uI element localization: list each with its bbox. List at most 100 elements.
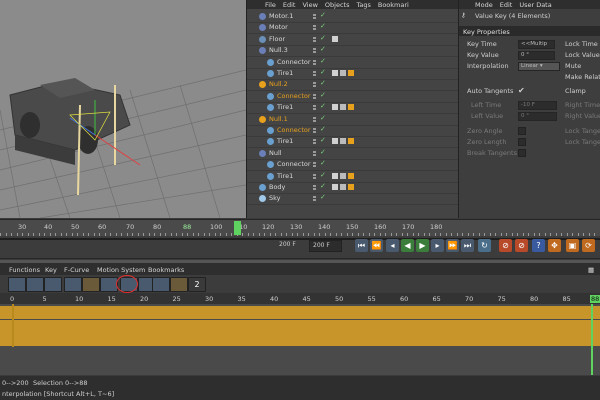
enabled-check-icon[interactable]: ✓ (320, 91, 326, 99)
zero-angle-checkbox[interactable] (518, 127, 526, 135)
object-name[interactable]: Null.2 (269, 80, 288, 88)
menu-objects[interactable]: Objects (325, 1, 350, 9)
material-tag-icon[interactable] (340, 184, 346, 190)
timeline-ruler[interactable]: 30 40 50 60 70 80 88 100 110 120 130 140 150 160 170 18… (0, 219, 600, 236)
rotation-key-button[interactable]: ⟳ (582, 239, 595, 252)
object-row[interactable]: Tire1 ✓ (247, 102, 458, 115)
enabled-check-icon[interactable]: ✓ (320, 125, 326, 133)
menu-bookmarks[interactable]: Bookmarks (148, 266, 184, 274)
animation-tag-icon[interactable] (348, 184, 354, 190)
record-tool-icon[interactable] (82, 277, 100, 292)
enabled-check-icon[interactable]: ✓ (320, 136, 326, 144)
enabled-check-icon[interactable]: ✓ (320, 34, 326, 42)
enabled-check-icon[interactable]: ✓ (320, 193, 326, 201)
object-name[interactable]: Null.3 (269, 46, 288, 54)
object-row[interactable]: Connector ✓ (247, 125, 458, 137)
menu-key[interactable]: Key (45, 266, 57, 274)
timeline-editor-ruler[interactable]: 0 5 10 15 20 25 30 35 40 45 50 55 60 65 70 75 80 85 88 (0, 293, 600, 304)
prev-frame-button[interactable]: ◂ (386, 239, 399, 252)
visibility-dots-icon[interactable] (313, 48, 316, 54)
frame-field[interactable]: 200 F (309, 240, 342, 252)
linear-interp-tool-icon[interactable] (8, 277, 26, 292)
object-name[interactable]: Tire1 (277, 172, 293, 180)
visibility-dots-icon[interactable] (313, 93, 316, 99)
play-backward-button[interactable]: ◀ (401, 239, 414, 252)
visibility-dots-icon[interactable] (313, 36, 316, 42)
object-row[interactable]: Tire1 ✓ (247, 68, 458, 80)
object-row[interactable]: Tire1 ✓ (247, 171, 458, 183)
zero-length-checkbox[interactable] (518, 138, 526, 146)
visibility-dots-icon[interactable] (313, 139, 316, 145)
animation-tag-icon[interactable] (348, 104, 354, 111)
auto-tangents-checkbox[interactable]: ✔ (518, 86, 525, 95)
position-key-button[interactable]: ✥ (548, 239, 561, 252)
object-row[interactable]: Connector ✓ (247, 57, 458, 69)
start-keyframe[interactable] (12, 304, 14, 347)
object-name[interactable]: Connector (277, 160, 311, 168)
animation-tag-icon[interactable] (348, 172, 354, 179)
current-frame-marker[interactable] (234, 221, 241, 235)
menu-functions[interactable]: Functions (9, 266, 40, 274)
object-row[interactable]: Connector ✓ (247, 91, 458, 103)
object-row[interactable]: Null ✓ (247, 148, 458, 160)
track-row[interactable] (0, 333, 600, 346)
menu-motion-system[interactable]: Motion System (97, 266, 145, 274)
texture-tag-icon[interactable] (332, 35, 338, 42)
object-row[interactable]: Motor ✓ (247, 22, 458, 35)
keyframe-selection-button[interactable]: ? (532, 239, 545, 252)
visibility-dots-icon[interactable] (313, 71, 316, 76)
animation-tag-icon[interactable] (348, 138, 354, 145)
bake-tool-icon[interactable] (170, 277, 188, 292)
goto-end-button[interactable]: ⏭ (461, 239, 474, 252)
enabled-check-icon[interactable]: ✓ (320, 102, 326, 110)
menu-edit[interactable]: Edit (283, 1, 296, 9)
key-time-field[interactable]: <<Multip (518, 40, 555, 49)
menu-file[interactable]: File (265, 1, 276, 9)
object-row[interactable]: Floor ✓ (247, 34, 458, 46)
enabled-check-icon[interactable]: ✓ (320, 45, 326, 53)
menu-f-curve[interactable]: F-Curve (64, 266, 89, 274)
left-value-field[interactable]: 0 ° (518, 112, 557, 121)
object-name[interactable]: Sky (269, 194, 281, 202)
object-row[interactable]: Body ✓ (247, 182, 458, 194)
object-row[interactable]: Null.2 ✓ (247, 79, 458, 92)
visibility-dots-icon[interactable] (313, 128, 316, 133)
animation-tag-icon[interactable] (348, 70, 354, 76)
visibility-dots-icon[interactable] (313, 196, 316, 202)
panel-menu-icon[interactable]: ▦ (588, 266, 594, 274)
interpolation-dropdown[interactable]: Linear ▾ (518, 62, 560, 71)
object-name[interactable]: Null.1 (269, 115, 288, 123)
timeline-tracks[interactable] (0, 304, 600, 375)
step-tool-icon[interactable] (64, 277, 82, 292)
material-tag-icon[interactable] (340, 138, 346, 145)
material-tag-icon[interactable] (332, 104, 338, 111)
enabled-check-icon[interactable]: ✓ (320, 148, 326, 156)
prev-key-button[interactable]: ⏪ (370, 239, 383, 252)
object-row[interactable]: Sky ✓ (247, 193, 458, 206)
visibility-dots-icon[interactable] (313, 116, 316, 122)
object-row[interactable]: Null.1 ✓ (247, 114, 458, 126)
menu-tags[interactable]: Tags (356, 1, 370, 9)
visibility-dots-icon[interactable] (313, 185, 316, 190)
object-name[interactable]: Tire1 (277, 137, 293, 145)
spline-interpolation-icon[interactable] (152, 277, 170, 292)
visibility-dots-icon[interactable] (313, 59, 316, 65)
break-tangents-checkbox[interactable] (518, 149, 526, 157)
visibility-dots-icon[interactable] (313, 150, 316, 156)
ease-tool-icon[interactable] (26, 277, 44, 292)
visibility-dots-icon[interactable] (313, 162, 316, 168)
object-name[interactable]: Connector (277, 126, 311, 134)
autokey-button[interactable]: ⊘ (515, 239, 528, 252)
object-name[interactable]: Tire1 (277, 69, 293, 77)
enabled-check-icon[interactable]: ✓ (320, 22, 326, 30)
enabled-check-icon[interactable]: ✓ (320, 182, 326, 190)
goto-start-button[interactable]: ⏮ (355, 239, 368, 252)
object-name[interactable]: Connector (277, 92, 311, 100)
spline-tool-icon[interactable] (44, 277, 62, 292)
visibility-dots-icon[interactable] (313, 82, 316, 88)
enabled-check-icon[interactable]: ✓ (320, 11, 326, 19)
next-frame-button[interactable]: ▸ (431, 239, 444, 252)
object-name[interactable]: Floor (269, 35, 285, 43)
material-tag-icon[interactable] (332, 172, 338, 179)
object-name[interactable]: Body (269, 183, 285, 191)
